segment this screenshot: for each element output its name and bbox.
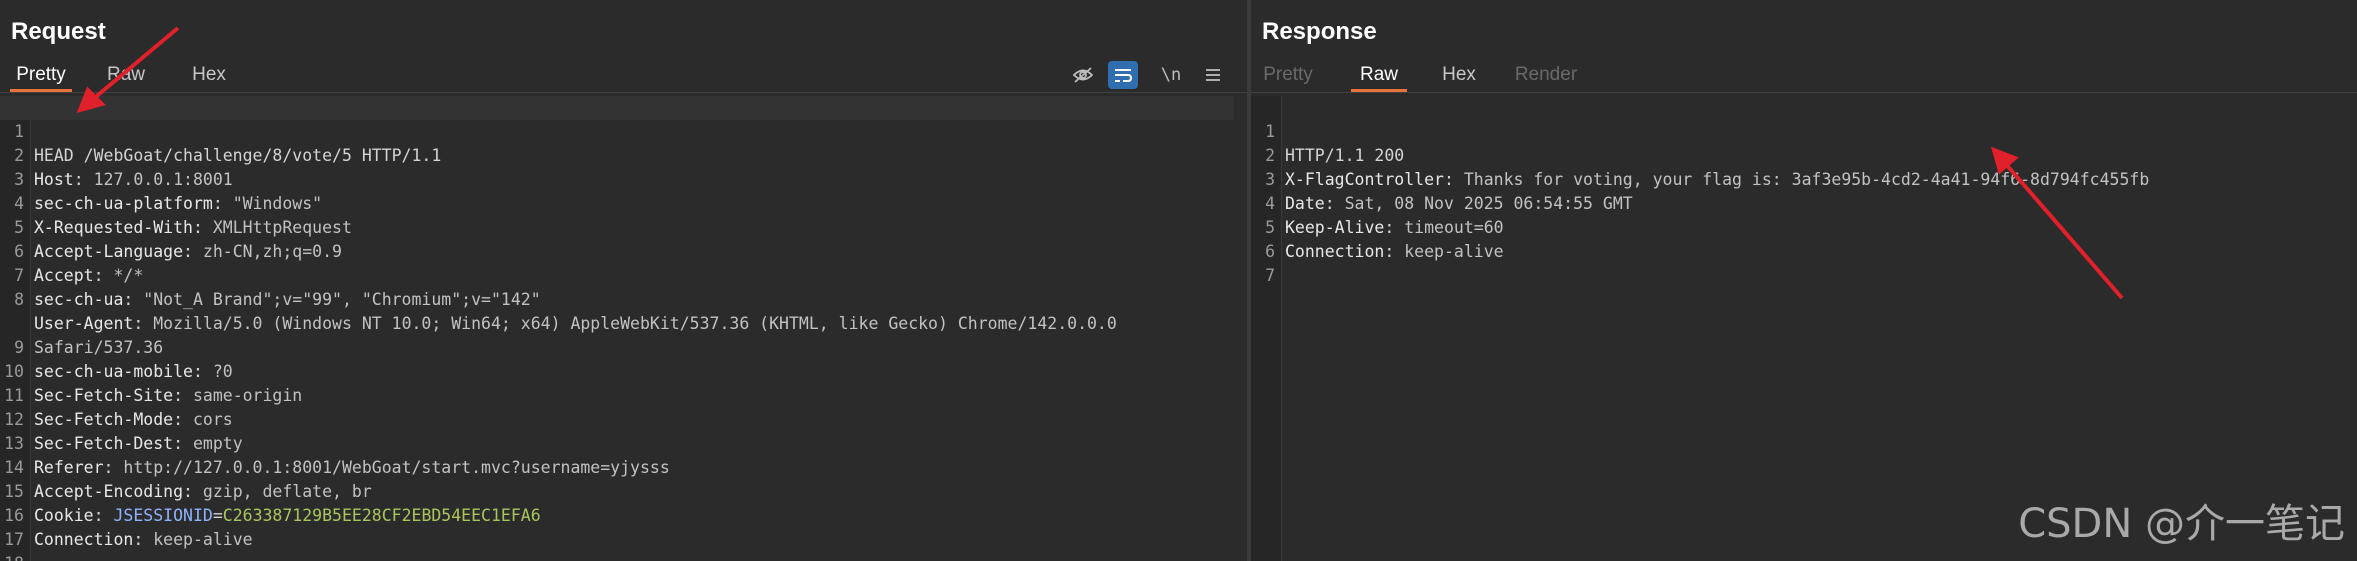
response-arrow <box>1990 146 2124 300</box>
annotation-arrows <box>76 26 2124 300</box>
request-arrow <box>76 26 180 113</box>
